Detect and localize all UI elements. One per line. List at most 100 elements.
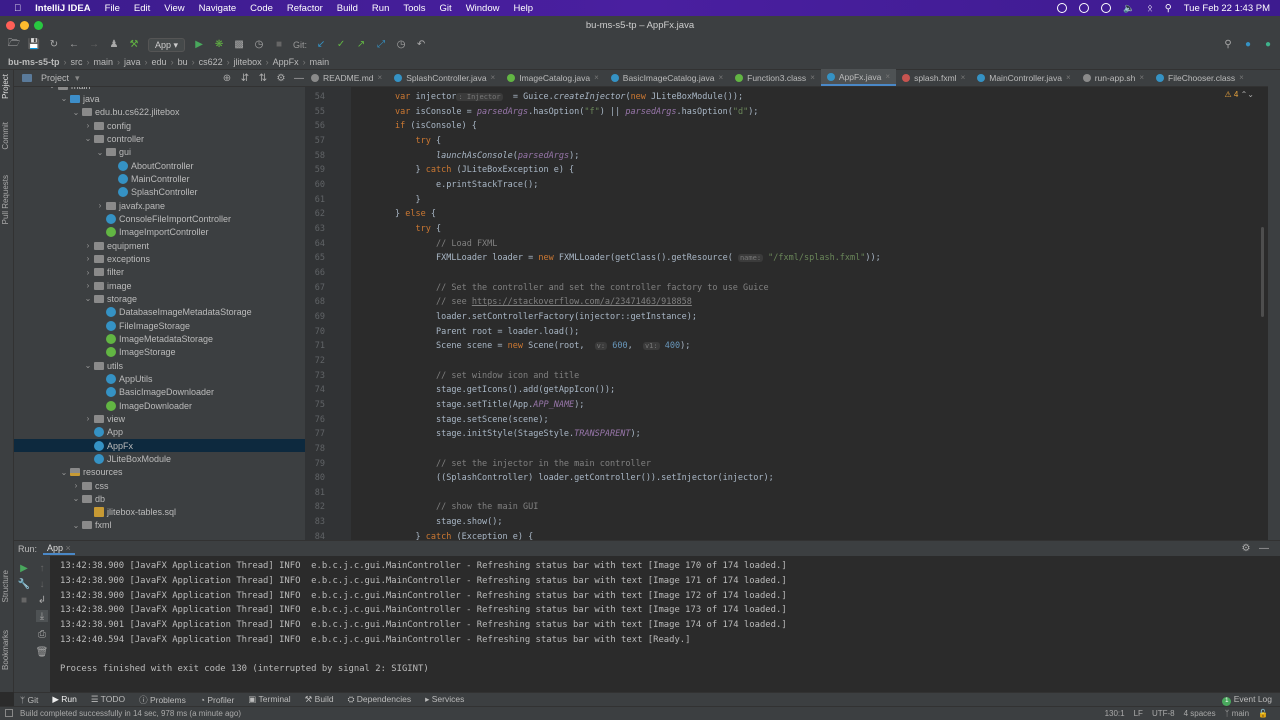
- chevron-right-icon[interactable]: ›: [70, 481, 82, 490]
- update-icon[interactable]: ●: [1242, 39, 1254, 51]
- tree-item[interactable]: ConsoleFileImportController: [14, 212, 305, 225]
- tree-item[interactable]: AboutController: [14, 159, 305, 172]
- status-tray-icon[interactable]: [1057, 3, 1068, 13]
- editor-tab[interactable]: README.md ×: [305, 69, 388, 86]
- tool-windows-toggle-icon[interactable]: [5, 709, 13, 717]
- code-with-me-icon[interactable]: ●: [1262, 39, 1274, 51]
- git-compare-icon[interactable]: ⤢: [375, 39, 387, 51]
- bluetooth-icon[interactable]: ᛟ: [1147, 3, 1153, 14]
- tree-item[interactable]: › css: [14, 479, 305, 492]
- tree-item[interactable]: FileImageStorage: [14, 319, 305, 332]
- close-tab-icon[interactable]: ×: [491, 73, 496, 82]
- git-commit-icon[interactable]: ✓: [335, 39, 347, 51]
- close-tab-icon[interactable]: ×: [810, 73, 815, 82]
- tool-tab-problems[interactable]: ⓘ Problems: [139, 694, 186, 706]
- editor-tab[interactable]: BasicImageCatalog.java ×: [605, 69, 729, 86]
- rollback-icon[interactable]: ↶: [415, 39, 427, 51]
- scroll-up-icon[interactable]: ↑: [36, 562, 48, 574]
- forward-icon[interactable]: →: [88, 39, 100, 51]
- tree-item[interactable]: ⌄ fxml: [14, 519, 305, 532]
- chevron-down-icon[interactable]: ⌄: [70, 108, 82, 117]
- editor-tab[interactable]: SplashController.java ×: [388, 69, 501, 86]
- tree-item[interactable]: JLiteBoxModule: [14, 452, 305, 465]
- git-push-icon[interactable]: ↗: [355, 39, 367, 51]
- menu-build[interactable]: Build: [337, 3, 358, 14]
- tool-tab-git[interactable]: ᛘ Git: [20, 695, 38, 705]
- close-tab-icon[interactable]: ×: [718, 73, 723, 82]
- tree-item[interactable]: DatabaseImageMetadataStorage: [14, 306, 305, 319]
- menu-git[interactable]: Git: [440, 3, 452, 14]
- chevron-down-icon[interactable]: ⌄: [70, 521, 82, 530]
- tree-item[interactable]: jlitebox-tables.sql: [14, 506, 305, 519]
- editor-tab[interactable]: MainController.java ×: [971, 69, 1076, 86]
- editor-tab[interactable]: ImageCatalog.java ×: [501, 69, 605, 86]
- coverage-icon[interactable]: ▩: [233, 39, 245, 51]
- menu-tools[interactable]: Tools: [403, 3, 425, 14]
- tree-item[interactable]: › filter: [14, 266, 305, 279]
- chevron-down-icon[interactable]: ⌄: [82, 294, 94, 303]
- print-icon[interactable]: ⎙: [36, 628, 48, 640]
- close-window-button[interactable]: [6, 21, 15, 30]
- side-tab-project[interactable]: Project: [1, 74, 10, 99]
- trash-icon[interactable]: 🗑: [36, 646, 49, 658]
- chevron-down-icon[interactable]: ⌄: [58, 94, 70, 103]
- tree-item[interactable]: › config: [14, 119, 305, 132]
- breadcrumb-item[interactable]: AppFx: [273, 57, 299, 67]
- hide-icon[interactable]: —: [293, 72, 305, 84]
- wrench-icon[interactable]: 🔧: [18, 578, 30, 590]
- volume-icon[interactable]: 🔈: [1123, 3, 1135, 14]
- tree-item[interactable]: ⌄ controller: [14, 132, 305, 145]
- chevron-right-icon[interactable]: ›: [82, 268, 94, 277]
- project-view-select[interactable]: Project: [41, 73, 69, 83]
- chevron-down-icon[interactable]: ⌄: [58, 468, 70, 477]
- scroll-to-end-icon[interactable]: ⤓: [36, 610, 48, 622]
- close-tab-icon[interactable]: ×: [594, 73, 599, 82]
- menu-view[interactable]: View: [164, 3, 184, 14]
- status-tray-icon[interactable]: [1079, 3, 1090, 13]
- tree-item[interactable]: › view: [14, 412, 305, 425]
- breadcrumb-item[interactable]: main: [310, 57, 330, 67]
- chevron-right-icon[interactable]: ›: [82, 281, 94, 290]
- locate-icon[interactable]: ⊕: [221, 72, 233, 84]
- tool-tab-build[interactable]: ⚒ Build: [305, 694, 334, 705]
- tree-item[interactable]: ⌄ utils: [14, 359, 305, 372]
- search-icon[interactable]: ⚲: [1165, 3, 1172, 14]
- close-tab-icon[interactable]: ×: [1239, 73, 1244, 82]
- tool-tab-todo[interactable]: ☰ TODO: [91, 694, 125, 705]
- editor-tab[interactable]: splash.fxml ×: [896, 69, 971, 86]
- save-icon[interactable]: 💾: [28, 39, 40, 51]
- collapse-all-icon[interactable]: ⇅: [257, 72, 269, 84]
- chevron-down-icon[interactable]: ⌄: [70, 494, 82, 503]
- scroll-down-icon[interactable]: ↓: [36, 578, 48, 590]
- expand-all-icon[interactable]: ⇵: [239, 72, 251, 84]
- tree-item[interactable]: SplashController: [14, 186, 305, 199]
- close-tab-icon[interactable]: ×: [885, 72, 890, 81]
- editor-tab[interactable]: Function3.class ×: [729, 69, 821, 86]
- stop-icon[interactable]: ■: [273, 39, 285, 51]
- user-icon[interactable]: ♟: [108, 39, 120, 51]
- chevron-down-icon[interactable]: ⌄: [82, 134, 94, 143]
- zoom-window-button[interactable]: [34, 21, 43, 30]
- close-tab-icon[interactable]: ×: [1139, 73, 1144, 82]
- menu-run[interactable]: Run: [372, 3, 389, 14]
- chevron-right-icon[interactable]: ›: [82, 241, 94, 250]
- breadcrumb-item[interactable]: src: [71, 57, 83, 67]
- gear-icon[interactable]: ⚙: [275, 72, 287, 84]
- profile-icon[interactable]: ◷: [253, 39, 265, 51]
- tree-item[interactable]: › equipment: [14, 239, 305, 252]
- tree-item[interactable]: ⌄ edu.bu.cs622.jlitebox: [14, 106, 305, 119]
- line-separator[interactable]: LF: [1134, 709, 1143, 718]
- menu-app-name[interactable]: IntelliJ IDEA: [35, 3, 90, 14]
- tree-item[interactable]: › image: [14, 279, 305, 292]
- chevron-right-icon[interactable]: ›: [94, 201, 106, 210]
- breadcrumb-item[interactable]: edu: [152, 57, 167, 67]
- side-tab-bookmarks[interactable]: Bookmarks: [1, 630, 10, 670]
- editor-tab[interactable]: AppFx.java ×: [820, 69, 897, 86]
- sync-icon[interactable]: ↻: [48, 39, 60, 51]
- tree-item[interactable]: ⌄ java: [14, 92, 305, 105]
- soft-wrap-icon[interactable]: ↲: [36, 594, 48, 606]
- close-tab-icon[interactable]: ×: [1066, 73, 1071, 82]
- tool-tab-terminal[interactable]: ▣ Terminal: [248, 694, 290, 705]
- menu-edit[interactable]: Edit: [134, 3, 150, 14]
- file-encoding[interactable]: UTF-8: [1152, 709, 1175, 718]
